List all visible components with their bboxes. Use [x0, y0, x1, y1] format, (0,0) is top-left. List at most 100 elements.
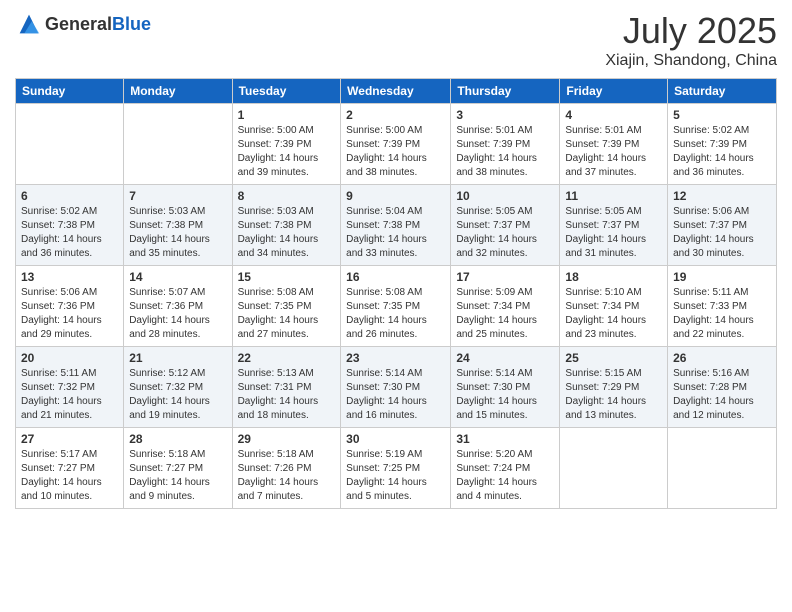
day-number: 24	[456, 351, 554, 365]
table-row: 27 Sunrise: 5:17 AMSunset: 7:27 PMDayligh…	[16, 428, 124, 509]
logo: GeneralBlue	[15, 10, 151, 38]
day-info: Sunrise: 5:04 AMSunset: 7:38 PMDaylight:…	[346, 205, 445, 261]
day-number: 21	[129, 351, 226, 365]
day-info: Sunrise: 5:10 AMSunset: 7:34 PMDaylight:…	[565, 286, 662, 342]
header-wednesday: Wednesday	[341, 79, 451, 104]
day-number: 8	[238, 189, 336, 203]
table-row	[560, 428, 668, 509]
day-number: 28	[129, 432, 226, 446]
day-number: 22	[238, 351, 336, 365]
table-row: 8 Sunrise: 5:03 AMSunset: 7:38 PMDaylight…	[232, 185, 341, 266]
table-row: 12 Sunrise: 5:06 AMSunset: 7:37 PMDayligh…	[668, 185, 777, 266]
table-row: 11 Sunrise: 5:05 AMSunset: 7:37 PMDayligh…	[560, 185, 668, 266]
table-row: 20 Sunrise: 5:11 AMSunset: 7:32 PMDayligh…	[16, 347, 124, 428]
table-row: 17 Sunrise: 5:09 AMSunset: 7:34 PMDayligh…	[451, 266, 560, 347]
day-info: Sunrise: 5:08 AMSunset: 7:35 PMDaylight:…	[238, 286, 336, 342]
day-info: Sunrise: 5:03 AMSunset: 7:38 PMDaylight:…	[129, 205, 226, 261]
day-number: 1	[238, 108, 336, 122]
day-info: Sunrise: 5:08 AMSunset: 7:35 PMDaylight:…	[346, 286, 445, 342]
day-info: Sunrise: 5:11 AMSunset: 7:32 PMDaylight:…	[21, 367, 118, 423]
logo-general-text: General	[45, 14, 112, 34]
day-number: 18	[565, 270, 662, 284]
table-row: 28 Sunrise: 5:18 AMSunset: 7:27 PMDayligh…	[124, 428, 232, 509]
calendar-week-row: 1Sunrise: 5:00 AMSunset: 7:39 PMDaylight…	[16, 104, 777, 185]
table-row: 22 Sunrise: 5:13 AMSunset: 7:31 PMDayligh…	[232, 347, 341, 428]
day-number: 20	[21, 351, 118, 365]
table-row: 29Sunrise: 5:18 AMSunset: 7:26 PMDayligh…	[232, 428, 341, 509]
day-info: Sunrise: 5:02 AMSunset: 7:39 PMDaylight:…	[673, 124, 771, 180]
day-info: Sunrise: 5:14 AMSunset: 7:30 PMDaylight:…	[346, 367, 445, 423]
day-info: Sunrise: 5:11 AMSunset: 7:33 PMDaylight:…	[673, 286, 771, 342]
location: Xiajin, Shandong, China	[605, 52, 777, 70]
day-number: 17	[456, 270, 554, 284]
table-row: 31 Sunrise: 5:20 AMSunset: 7:24 PMDayligh…	[451, 428, 560, 509]
table-row: 1Sunrise: 5:00 AMSunset: 7:39 PMDaylight…	[232, 104, 341, 185]
day-number: 27	[21, 432, 118, 446]
day-info: Sunrise: 5:07 AMSunset: 7:36 PMDaylight:…	[129, 286, 226, 342]
day-info: Sunrise: 5:17 AMSunset: 7:27 PMDaylight:…	[21, 448, 118, 504]
title-section: July 2025 Xiajin, Shandong, China	[605, 10, 777, 70]
day-number: 29	[238, 432, 336, 446]
day-info: Sunrise: 5:12 AMSunset: 7:32 PMDaylight:…	[129, 367, 226, 423]
day-number: 6	[21, 189, 118, 203]
day-number: 19	[673, 270, 771, 284]
day-info: Sunrise: 5:03 AMSunset: 7:38 PMDaylight:…	[238, 205, 336, 261]
header-monday: Monday	[124, 79, 232, 104]
day-info: Sunrise: 5:05 AMSunset: 7:37 PMDaylight:…	[565, 205, 662, 261]
header-saturday: Saturday	[668, 79, 777, 104]
day-number: 23	[346, 351, 445, 365]
page-header: GeneralBlue July 2025 Xiajin, Shandong, …	[15, 10, 777, 70]
header-sunday: Sunday	[16, 79, 124, 104]
day-number: 3	[456, 108, 554, 122]
day-info: Sunrise: 5:19 AMSunset: 7:25 PMDaylight:…	[346, 448, 445, 504]
day-info: Sunrise: 5:01 AMSunset: 7:39 PMDaylight:…	[565, 124, 662, 180]
table-row: 2Sunrise: 5:00 AMSunset: 7:39 PMDaylight…	[341, 104, 451, 185]
calendar-header-row: Sunday Monday Tuesday Wednesday Thursday…	[16, 79, 777, 104]
table-row: 4 Sunrise: 5:01 AMSunset: 7:39 PMDaylight…	[560, 104, 668, 185]
day-info: Sunrise: 5:05 AMSunset: 7:37 PMDaylight:…	[456, 205, 554, 261]
header-friday: Friday	[560, 79, 668, 104]
day-number: 5	[673, 108, 771, 122]
day-info: Sunrise: 5:02 AMSunset: 7:38 PMDaylight:…	[21, 205, 118, 261]
day-info: Sunrise: 5:20 AMSunset: 7:24 PMDaylight:…	[456, 448, 554, 504]
table-row	[16, 104, 124, 185]
day-number: 14	[129, 270, 226, 284]
logo-icon	[15, 10, 43, 38]
table-row	[668, 428, 777, 509]
day-info: Sunrise: 5:09 AMSunset: 7:34 PMDaylight:…	[456, 286, 554, 342]
table-row: 7Sunrise: 5:03 AMSunset: 7:38 PMDaylight…	[124, 185, 232, 266]
day-number: 9	[346, 189, 445, 203]
table-row: 10Sunrise: 5:05 AMSunset: 7:37 PMDayligh…	[451, 185, 560, 266]
day-info: Sunrise: 5:18 AMSunset: 7:27 PMDaylight:…	[129, 448, 226, 504]
day-number: 25	[565, 351, 662, 365]
table-row: 19 Sunrise: 5:11 AMSunset: 7:33 PMDayligh…	[668, 266, 777, 347]
day-info: Sunrise: 5:14 AMSunset: 7:30 PMDaylight:…	[456, 367, 554, 423]
table-row: 24 Sunrise: 5:14 AMSunset: 7:30 PMDayligh…	[451, 347, 560, 428]
table-row: 18 Sunrise: 5:10 AMSunset: 7:34 PMDayligh…	[560, 266, 668, 347]
day-number: 31	[456, 432, 554, 446]
day-number: 11	[565, 189, 662, 203]
table-row: 3Sunrise: 5:01 AMSunset: 7:39 PMDaylight…	[451, 104, 560, 185]
day-info: Sunrise: 5:06 AMSunset: 7:37 PMDaylight:…	[673, 205, 771, 261]
calendar-week-row: 13Sunrise: 5:06 AMSunset: 7:36 PMDayligh…	[16, 266, 777, 347]
table-row: 15 Sunrise: 5:08 AMSunset: 7:35 PMDayligh…	[232, 266, 341, 347]
day-number: 26	[673, 351, 771, 365]
day-number: 12	[673, 189, 771, 203]
day-number: 2	[346, 108, 445, 122]
day-number: 4	[565, 108, 662, 122]
day-number: 15	[238, 270, 336, 284]
calendar-week-row: 6 Sunrise: 5:02 AMSunset: 7:38 PMDaylight…	[16, 185, 777, 266]
table-row	[124, 104, 232, 185]
day-number: 13	[21, 270, 118, 284]
table-row: 14 Sunrise: 5:07 AMSunset: 7:36 PMDayligh…	[124, 266, 232, 347]
page-container: GeneralBlue July 2025 Xiajin, Shandong, …	[0, 0, 792, 519]
calendar-table: Sunday Monday Tuesday Wednesday Thursday…	[15, 78, 777, 509]
day-number: 16	[346, 270, 445, 284]
month-title: July 2025	[605, 10, 777, 52]
day-info: Sunrise: 5:15 AMSunset: 7:29 PMDaylight:…	[565, 367, 662, 423]
table-row: 16 Sunrise: 5:08 AMSunset: 7:35 PMDayligh…	[341, 266, 451, 347]
table-row: 5 Sunrise: 5:02 AMSunset: 7:39 PMDaylight…	[668, 104, 777, 185]
header-tuesday: Tuesday	[232, 79, 341, 104]
day-info: Sunrise: 5:13 AMSunset: 7:31 PMDaylight:…	[238, 367, 336, 423]
day-number: 30	[346, 432, 445, 446]
